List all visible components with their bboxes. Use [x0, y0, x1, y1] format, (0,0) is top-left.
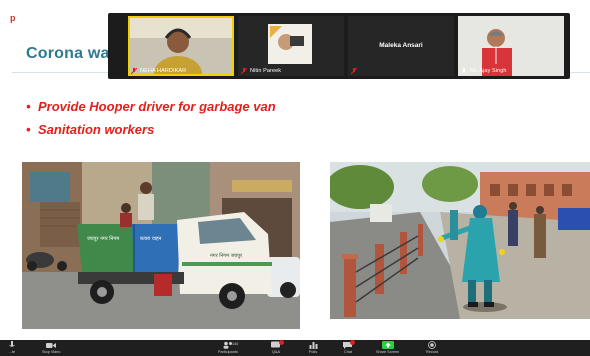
participant-tile-nitin[interactable]: Nitin Pareek [238, 16, 344, 76]
video-camera-icon [45, 341, 57, 349]
participant-name: NEHA HARDIKAR [140, 68, 187, 74]
participants-label: Participants [218, 350, 238, 354]
participant-tile-neha[interactable]: NEHA HARDIKAR [128, 16, 234, 76]
stop-video-label: Stop Video [42, 350, 61, 354]
bullet-dot: • [26, 122, 31, 137]
polls-icon [307, 341, 319, 349]
mute-label: ...te [8, 350, 16, 354]
participant-tile-ajay[interactable]: Mr. Ajay Singh [458, 16, 564, 76]
share-screen-button[interactable]: Share Screen [376, 340, 399, 356]
mic-muted-icon [351, 68, 357, 74]
bullet-text: Sanitation workers [38, 122, 155, 137]
record-label: Record [426, 350, 439, 354]
mic-muted-icon [241, 68, 247, 74]
van-hopper-text-left: जयपुर नगर निगम [87, 235, 120, 242]
chat-label: Chat [343, 350, 353, 354]
van-hopper-text: कचरा वाहन [140, 236, 162, 242]
van-door-text: नगर निगम जयपुर [210, 252, 243, 259]
mic-icon [461, 68, 467, 73]
share-screen-label: Share Screen [376, 350, 400, 354]
record-icon [426, 341, 438, 349]
share-screen-icon [381, 341, 394, 349]
slide-title: Corona wa [26, 45, 110, 62]
bullet-dot: • [26, 99, 31, 114]
participant-video-neha [128, 16, 234, 76]
bullet-text: Provide Hooper driver for garbage van [38, 99, 276, 114]
chat-notification-badge [350, 340, 355, 345]
participants-button[interactable]: 140 Participants [218, 340, 238, 356]
polls-label: Polls [308, 350, 318, 354]
mic-icon [6, 341, 18, 349]
participant-tile-maleka[interactable]: Maleka Ansari [348, 16, 454, 76]
polls-button[interactable]: Polls [307, 340, 319, 356]
garbage-van-photo: कचरा वाहन जयपुर नगर निगम नगर निगम जयपुर [22, 162, 300, 329]
participant-video-strip: NEHA HARDIKAR Nitin Pareek Maleka Ansari… [108, 13, 570, 79]
qa-button[interactable]: Q&A [270, 340, 284, 356]
participant-name: Maleka Ansari [379, 42, 423, 49]
participant-avatar-nitin [238, 16, 344, 76]
sanitation-workers-photo [330, 162, 590, 319]
slide-logo-mark: p [10, 13, 16, 23]
bullet-item: • Provide Hooper driver for garbage van [26, 99, 276, 115]
participant-video-ajay [458, 16, 564, 76]
bullet-list: • Provide Hooper driver for garbage van •… [26, 99, 276, 145]
mic-muted-icon [131, 68, 137, 74]
participant-name: Nitin Pareek [250, 68, 282, 74]
chat-button[interactable]: Chat [342, 340, 355, 356]
mute-button[interactable]: ...te [6, 340, 18, 356]
meeting-toolbar: ...te Stop Video 140 Participants Q&A Po… [0, 340, 590, 356]
stop-video-button[interactable]: Stop Video [42, 340, 61, 356]
participant-name: Mr. Ajay Singh [470, 68, 507, 74]
record-button[interactable]: Record [426, 340, 438, 356]
qa-notification-badge [279, 340, 284, 345]
bullet-item: • Sanitation workers [26, 122, 276, 138]
qa-label: Q&A [271, 350, 281, 354]
participant-count: 140 [232, 342, 239, 346]
